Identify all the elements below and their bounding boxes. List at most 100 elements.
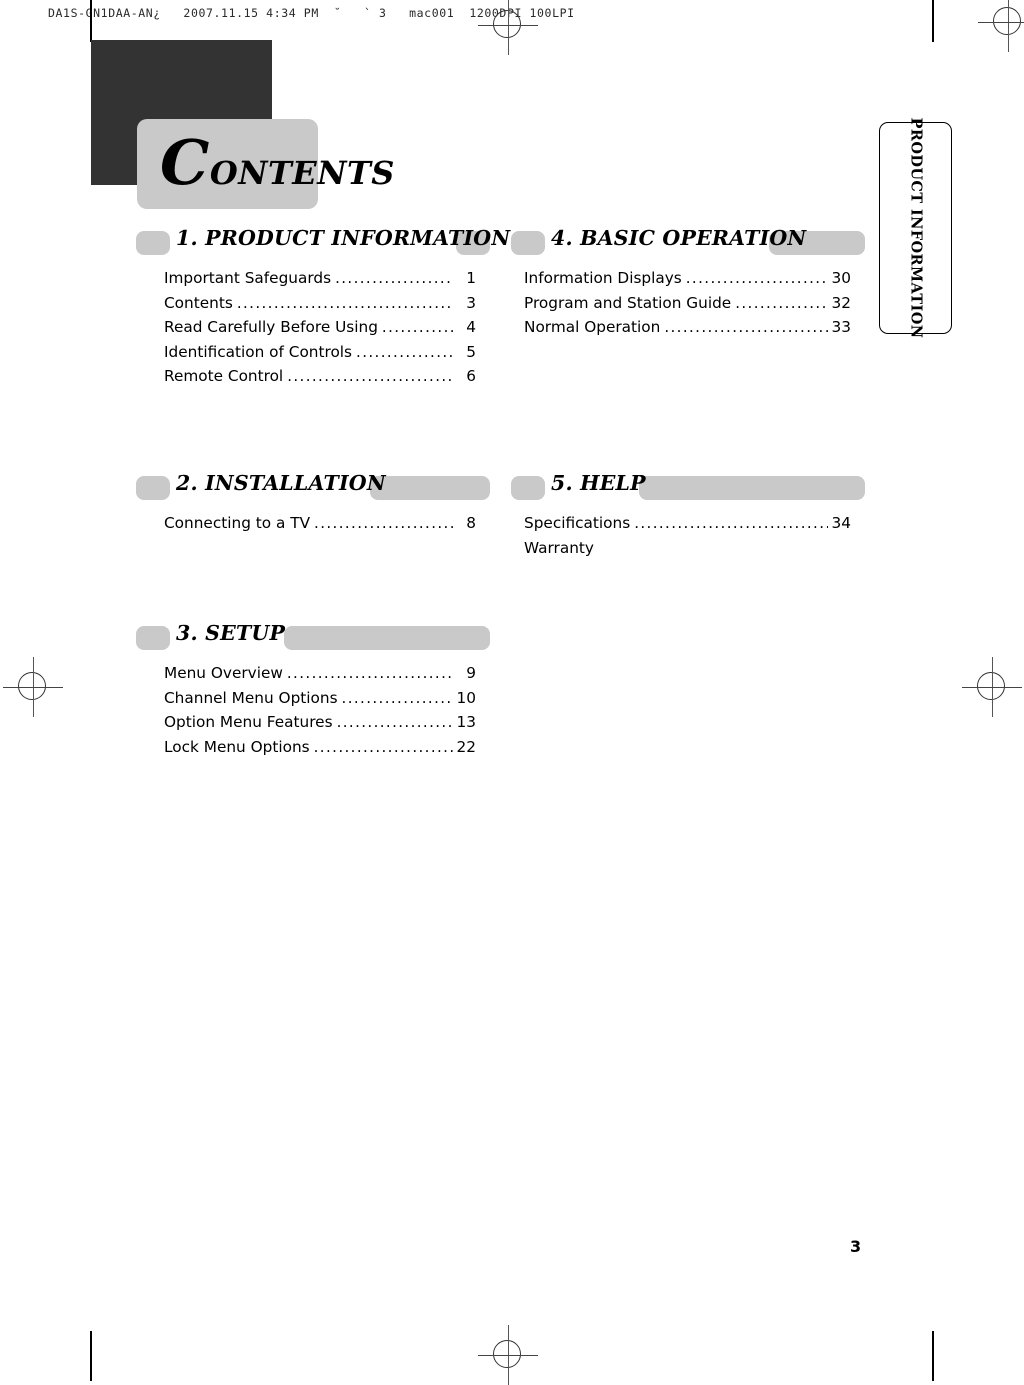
toc-list: Important Safeguards ...................… <box>164 266 476 389</box>
toc-leader-dots: ........................................… <box>286 664 453 682</box>
toc-leader-dots: ........................................… <box>236 293 453 312</box>
toc-entry[interactable]: Read Carefully Before Using ............… <box>164 315 476 340</box>
toc-leader-dots: ........................................… <box>313 737 453 756</box>
toc-entry-label: Menu Overview <box>164 664 283 682</box>
toc-entry[interactable]: Normal Operation .......................… <box>524 315 851 340</box>
toc-entry-label: Read Carefully Before Using <box>164 318 378 337</box>
toc-leader-dots: ........................................… <box>335 269 453 287</box>
toc-entry-label: Option Menu Features <box>164 713 333 732</box>
toc-entry-label: Specifications <box>524 514 631 532</box>
toc-entry-label: Connecting to a TV <box>164 514 311 532</box>
toc-entry[interactable]: Identification of Controls .............… <box>164 340 476 365</box>
section-chip-left <box>136 476 170 500</box>
toc-entry-label: Contents <box>164 293 233 312</box>
toc-leader-dots: ........................................… <box>314 514 453 532</box>
registration-mark-bottom-center <box>478 1325 538 1385</box>
toc-entry[interactable]: Contents ...............................… <box>164 291 476 316</box>
section-chip-left <box>511 231 545 255</box>
registration-mark-left-center <box>3 657 63 717</box>
section-chip-left <box>511 476 545 500</box>
toc-entry-label: Information Displays <box>524 269 682 287</box>
crop-mark-top-left-vertical <box>90 0 92 42</box>
section-chip-left <box>136 626 170 650</box>
toc-entry-page: 5 <box>466 342 476 361</box>
crop-mark-top-right-vertical <box>932 0 934 42</box>
toc-entry-label: Lock Menu Options <box>164 737 310 756</box>
registration-vertical-line <box>507 0 509 55</box>
toc-leader-dots: ........................................… <box>664 318 828 337</box>
toc-leader-dots: ........................................… <box>634 514 828 532</box>
toc-entry[interactable]: Option Menu Features ...................… <box>164 710 476 735</box>
registration-mark-right-center <box>962 657 1022 717</box>
toc-entry[interactable]: Channel Menu Options ...................… <box>164 686 476 711</box>
toc-entry[interactable]: Connecting to a TV .....................… <box>164 511 476 536</box>
page-title-initial: C <box>160 126 210 199</box>
section-header-bar: 3. SETUP <box>136 621 490 651</box>
toc-entry-label: Normal Operation <box>524 318 661 337</box>
toc-entry-label: Program and Station Guide <box>524 293 732 312</box>
registration-horizontal-line <box>478 1354 538 1356</box>
page-title-rest: ontents <box>209 141 395 195</box>
toc-list: Specifications .........................… <box>524 511 851 560</box>
section-installation: 2. INSTALLATION Connecting to a TV .....… <box>136 471 490 532</box>
registration-vertical-line <box>1007 0 1009 52</box>
toc-leader-dots: ........................................… <box>381 318 453 337</box>
toc-entry-page: 34 <box>831 514 851 532</box>
registration-mark-top-center <box>478 0 538 55</box>
section-heading: 4. BASIC OPERATION <box>551 226 807 250</box>
toc-entry-label: Channel Menu Options <box>164 688 338 707</box>
section-bar-right <box>639 476 865 500</box>
toc-entry-label: Remote Control <box>164 367 284 386</box>
toc-entry-page: 33 <box>831 318 851 337</box>
toc-entry-page: 9 <box>466 664 476 682</box>
toc-entry-label: Warranty <box>524 538 594 557</box>
toc-entry[interactable]: Remote Control .........................… <box>164 364 476 389</box>
section-basic-operation: 4. BASIC OPERATION Information Displays … <box>511 226 865 336</box>
toc-list: Menu Overview ..........................… <box>164 661 476 759</box>
toc-entry-label: Important Safeguards <box>164 269 332 287</box>
section-bar-right <box>370 476 490 500</box>
section-setup: 3. SETUP Menu Overview .................… <box>136 621 490 756</box>
toc-entry-page: 6 <box>466 367 476 386</box>
section-chip-left <box>136 231 170 255</box>
toc-entry-label: Identification of Controls <box>164 342 353 361</box>
toc-entry-page: 13 <box>456 713 476 732</box>
toc-leader-dots: ........................................… <box>287 367 453 386</box>
toc-entry-page: 22 <box>456 737 476 756</box>
toc-entry[interactable]: Specifications .........................… <box>524 511 851 536</box>
section-product-information: 1. PRODUCT INFORMATION Important Safegua… <box>136 226 510 385</box>
toc-entry[interactable]: Important Safeguards ...................… <box>164 266 476 291</box>
toc-entry-page: 3 <box>466 293 476 312</box>
toc-entry-page: 30 <box>831 269 851 287</box>
toc-list: Information Displays ...................… <box>524 266 851 340</box>
section-header-bar: 5. HELP <box>511 471 865 501</box>
crop-mark-bottom-right-vertical <box>932 1331 934 1381</box>
section-bar-right <box>284 626 490 650</box>
toc-leader-dots: ........................................… <box>685 269 828 287</box>
toc-entry-page: 4 <box>466 318 476 337</box>
toc-entry[interactable]: Lock Menu Options ......................… <box>164 735 476 760</box>
toc-entry[interactable]: Menu Overview ..........................… <box>164 661 476 686</box>
toc-entry-page: 1 <box>466 269 476 287</box>
section-heading: 5. HELP <box>551 471 646 495</box>
toc-entry[interactable]: Program and Station Guide ..............… <box>524 291 851 316</box>
toc-entry[interactable]: Warranty <box>524 536 851 561</box>
side-tab-product-information: PRODUCT INFORMATION <box>879 118 952 338</box>
section-help: 5. HELP Specifications .................… <box>511 471 865 557</box>
side-tab-label: PRODUCT INFORMATION <box>907 117 924 339</box>
toc-entry-page: 10 <box>456 688 476 707</box>
section-heading: 2. INSTALLATION <box>176 471 386 495</box>
toc-leader-dots: ........................................… <box>336 713 453 732</box>
toc-entry-page: 8 <box>466 514 476 532</box>
page-number: 3 <box>850 1237 862 1256</box>
registration-horizontal-line <box>478 24 538 26</box>
registration-horizontal-line <box>3 686 63 688</box>
section-heading: 1. PRODUCT INFORMATION <box>176 226 511 250</box>
toc-entry[interactable]: Information Displays ...................… <box>524 266 851 291</box>
crop-mark-bottom-left-vertical <box>90 1331 92 1381</box>
section-header-bar: 4. BASIC OPERATION <box>511 226 865 256</box>
toc-list: Connecting to a TV .....................… <box>164 511 476 536</box>
registration-horizontal-line <box>978 21 1024 23</box>
registration-horizontal-line <box>962 686 1022 688</box>
page-title: Contents <box>160 127 395 204</box>
